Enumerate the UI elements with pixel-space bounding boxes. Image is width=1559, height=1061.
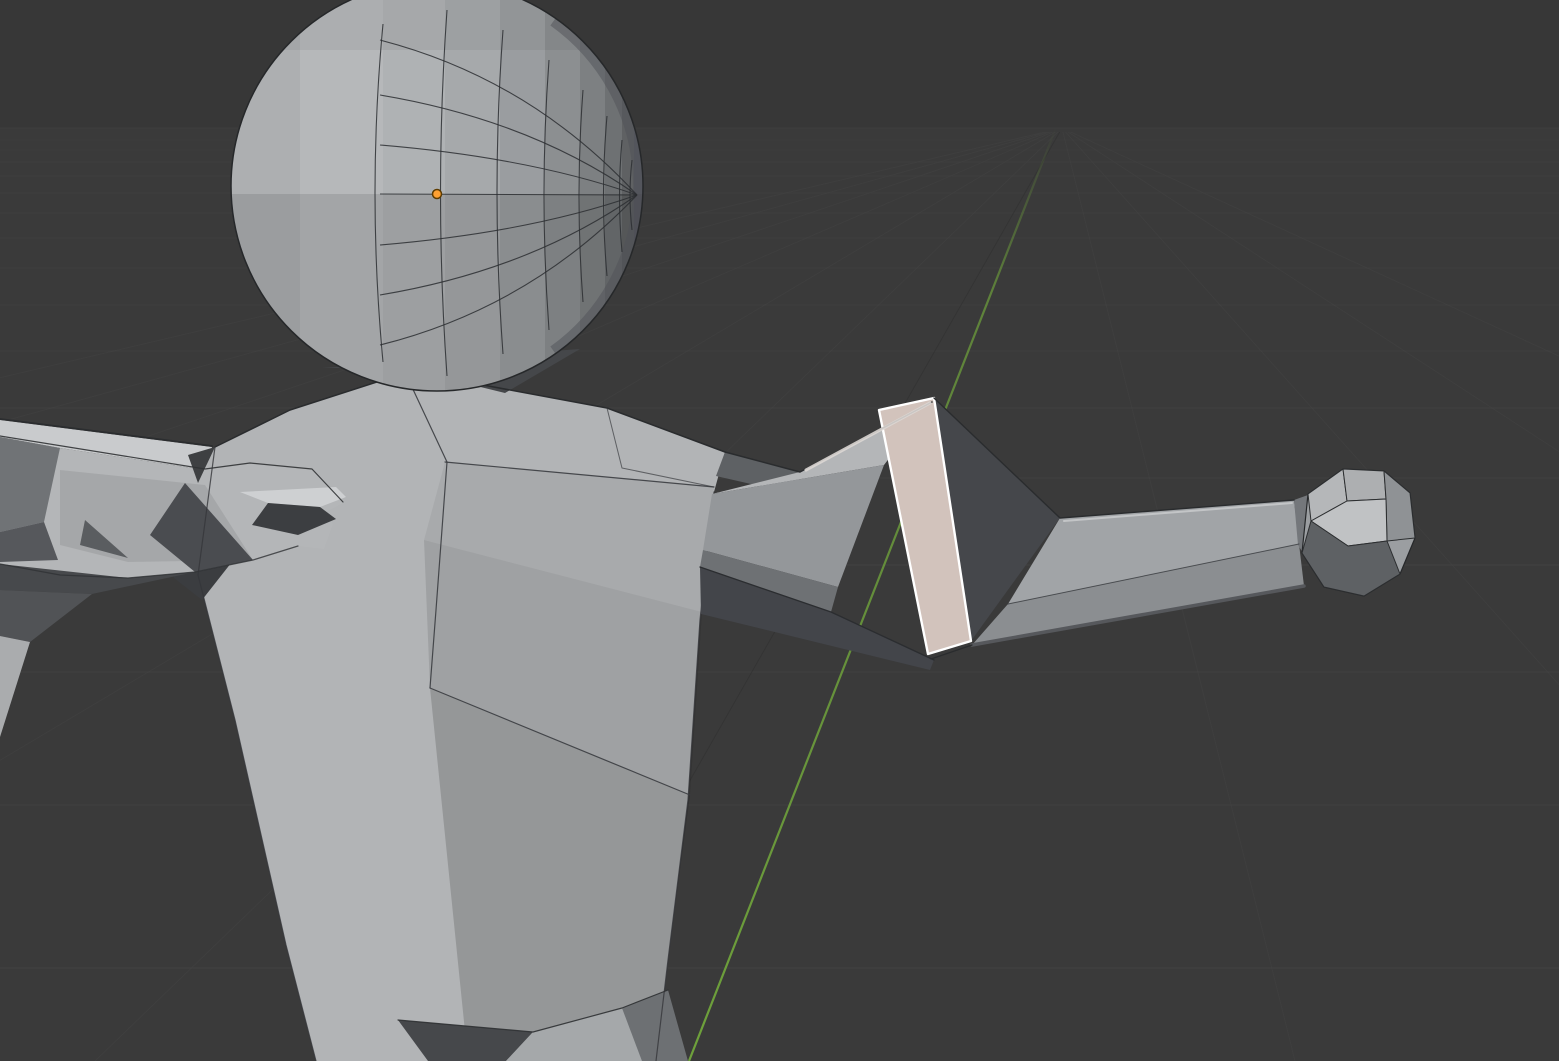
fist-facet-topmid[interactable] bbox=[1343, 469, 1386, 501]
sky-band bbox=[0, 0, 1559, 128]
viewport-canvas[interactable] bbox=[0, 0, 1559, 1061]
blender-3d-viewport[interactable] bbox=[0, 0, 1559, 1061]
object-origin-dot[interactable] bbox=[433, 190, 442, 199]
